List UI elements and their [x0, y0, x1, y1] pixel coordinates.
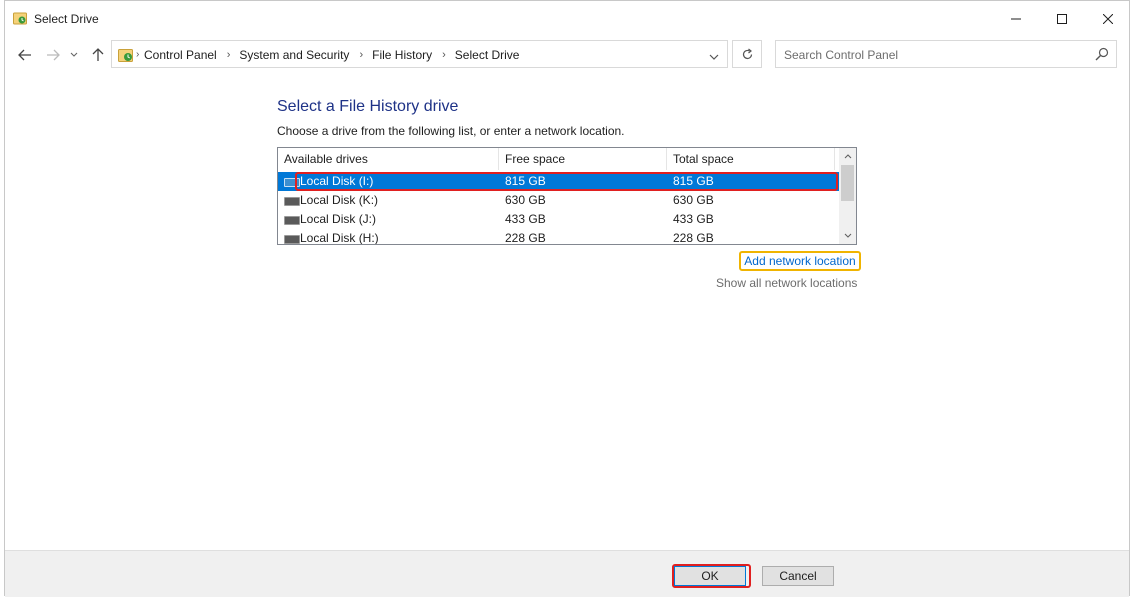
- dialog-footer: OK Cancel: [5, 550, 1129, 597]
- arrow-right-icon: [47, 49, 60, 61]
- breadcrumb: Control Panel › System and Security › Fi…: [144, 48, 519, 62]
- forward-button[interactable]: [43, 45, 63, 65]
- window-title: Select Drive: [34, 12, 99, 26]
- chevron-right-icon[interactable]: ›: [227, 49, 231, 61]
- add-network-location-link[interactable]: Add network location: [739, 251, 861, 271]
- control-panel-icon: [118, 47, 134, 66]
- chevron-right-icon[interactable]: ›: [359, 49, 363, 61]
- drive-row[interactable]: Local Disk (J:) 433 GB 433 GB: [278, 210, 840, 229]
- breadcrumb-control-panel[interactable]: Control Panel: [144, 48, 217, 62]
- column-header-total-space[interactable]: Total space: [667, 148, 834, 170]
- drive-free-space: 630 GB: [505, 193, 546, 207]
- navigation-bar: › Control Panel › System and Security › …: [5, 39, 1129, 71]
- minimize-button[interactable]: [993, 1, 1039, 37]
- ok-button[interactable]: OK: [674, 566, 746, 586]
- file-history-icon: [13, 11, 27, 25]
- back-button[interactable]: [15, 45, 35, 65]
- drive-name: Local Disk (J:): [300, 212, 377, 226]
- title-bar: Select Drive: [5, 1, 1129, 37]
- column-divider[interactable]: [834, 148, 835, 170]
- drive-row[interactable]: Local Disk (H:) 228 GB 228 GB: [278, 229, 840, 245]
- column-header-available-drives[interactable]: Available drives: [278, 148, 498, 170]
- breadcrumb-file-history[interactable]: File History: [372, 48, 432, 62]
- chevron-down-icon: [844, 233, 851, 238]
- drive-name: Local Disk (K:): [300, 193, 379, 207]
- up-button[interactable]: [88, 45, 108, 65]
- drive-total-space: 228 GB: [673, 231, 714, 245]
- drive-total-space: 433 GB: [673, 212, 714, 226]
- drive-row[interactable]: Local Disk (K:) 630 GB 630 GB: [278, 191, 840, 210]
- drive-name: Local Disk (H:): [300, 231, 379, 245]
- chevron-right-icon[interactable]: ›: [442, 49, 446, 61]
- scroll-down-button[interactable]: [839, 227, 856, 244]
- scrollbar-thumb[interactable]: [841, 165, 854, 201]
- breadcrumb-select-drive[interactable]: Select Drive: [455, 48, 520, 62]
- drive-list[interactable]: Available drives Free space Total space …: [277, 147, 857, 245]
- column-header-free-space[interactable]: Free space: [499, 148, 666, 170]
- select-drive-window: Select Drive › Control Panel › System an…: [4, 0, 1130, 597]
- drive-total-space: 630 GB: [673, 193, 714, 207]
- recent-locations-button[interactable]: [68, 45, 80, 65]
- maximize-icon: [1057, 14, 1067, 24]
- arrow-left-icon: [18, 49, 31, 61]
- show-all-network-locations-link[interactable]: Show all network locations: [716, 276, 857, 290]
- chevron-up-icon: [844, 154, 851, 159]
- chevron-down-icon: [70, 52, 78, 57]
- drive-free-space: 433 GB: [505, 212, 546, 226]
- close-icon: [1103, 14, 1113, 24]
- search-input[interactable]: Search Control Panel: [775, 40, 1117, 68]
- chevron-right-icon: ›: [136, 49, 140, 60]
- drive-icon: [284, 197, 300, 206]
- minimize-icon: [1011, 18, 1021, 20]
- address-dropdown-button[interactable]: [709, 50, 719, 64]
- chevron-down-icon: [709, 54, 719, 60]
- search-icon[interactable]: [1095, 47, 1109, 64]
- cancel-button[interactable]: Cancel: [762, 566, 834, 586]
- address-bar[interactable]: › Control Panel › System and Security › …: [111, 40, 728, 68]
- vertical-scrollbar[interactable]: [839, 148, 856, 244]
- maximize-button[interactable]: [1039, 1, 1085, 37]
- page-title: Select a File History drive: [277, 98, 459, 115]
- close-button[interactable]: [1085, 1, 1131, 37]
- refresh-button[interactable]: [732, 40, 762, 68]
- breadcrumb-system-and-security[interactable]: System and Security: [239, 48, 349, 62]
- scroll-up-button[interactable]: [839, 148, 856, 165]
- arrow-up-icon: [92, 48, 104, 61]
- search-placeholder: Search Control Panel: [784, 48, 899, 62]
- drive-icon: [284, 235, 300, 244]
- instructions-text: Choose a drive from the following list, …: [277, 124, 625, 138]
- drive-free-space: 228 GB: [505, 231, 546, 245]
- drive-icon: [284, 216, 300, 225]
- refresh-icon: [742, 48, 752, 59]
- selection-highlight-outline: [295, 172, 838, 191]
